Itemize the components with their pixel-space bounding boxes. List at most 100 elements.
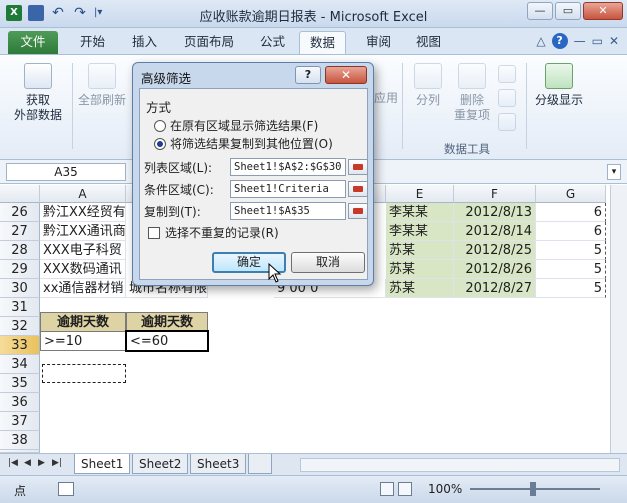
- tab-page-layout[interactable]: 页面布局: [174, 31, 244, 54]
- text-to-columns-button[interactable]: 分列: [408, 63, 448, 108]
- tab-data[interactable]: 数据: [299, 31, 347, 54]
- cell-a30[interactable]: xx通信器材销: [40, 279, 126, 298]
- collapse-dialog-icon[interactable]: [348, 159, 368, 175]
- zoom-slider-thumb[interactable]: [530, 482, 536, 496]
- row-header[interactable]: 34: [0, 355, 40, 374]
- doc-minimize-icon[interactable]: —: [574, 34, 586, 48]
- row-header[interactable]: 32: [0, 317, 40, 336]
- cell-e28[interactable]: 苏某: [386, 241, 454, 260]
- next-sheet-button[interactable]: ▶: [38, 458, 45, 468]
- dialog-help-button[interactable]: ?: [295, 66, 321, 84]
- cell-a28[interactable]: XXX电子科贸: [40, 241, 126, 260]
- split-columns-icon: [414, 63, 442, 89]
- criteria-header-b32[interactable]: 逾期天数: [126, 312, 208, 332]
- tab-formulas[interactable]: 公式: [250, 31, 295, 54]
- row-header[interactable]: 36: [0, 393, 40, 412]
- criteria-value-a33[interactable]: >=10: [40, 331, 126, 351]
- last-sheet-button[interactable]: ▶|: [52, 458, 62, 468]
- cell-e29[interactable]: 苏某: [386, 260, 454, 279]
- sheet-tab-bar: |◀ ◀ ▶ ▶| Sheet1 Sheet2 Sheet3: [0, 453, 627, 475]
- sheet-tab-sheet3[interactable]: Sheet3: [190, 454, 247, 474]
- row-header[interactable]: 26: [0, 203, 40, 222]
- cell-a27[interactable]: 黔江XX通讯商: [40, 222, 126, 241]
- doc-restore-icon[interactable]: ▭: [592, 34, 603, 48]
- macro-record-icon[interactable]: [58, 482, 74, 496]
- cell-a29[interactable]: XXX数码通讯: [40, 260, 126, 279]
- unique-records-checkbox[interactable]: 选择不重复的记录(R): [148, 224, 279, 241]
- column-header-a[interactable]: A: [40, 185, 126, 203]
- cell-e26[interactable]: 李某某: [386, 203, 454, 222]
- cell-a26[interactable]: 黔江XX经贸有: [40, 203, 126, 222]
- row-header[interactable]: 37: [0, 412, 40, 431]
- cell-f29[interactable]: 2012/8/26: [454, 260, 536, 279]
- cell-g26[interactable]: 6: [536, 203, 606, 222]
- criteria-header-a32[interactable]: 逾期天数: [40, 312, 126, 332]
- cell-f30[interactable]: 2012/8/27: [454, 279, 536, 298]
- what-if-icon[interactable]: [498, 113, 516, 131]
- formula-expand-button[interactable]: ▾: [607, 164, 621, 180]
- column-header-g[interactable]: G: [536, 185, 606, 203]
- tab-view[interactable]: 视图: [406, 31, 451, 54]
- collapse-ribbon-icon[interactable]: △: [536, 34, 545, 48]
- data-validation-icon[interactable]: [498, 65, 516, 83]
- reapply-button[interactable]: 应用: [374, 91, 398, 106]
- row-header[interactable]: 33: [0, 336, 40, 355]
- cell-e30[interactable]: 苏某: [386, 279, 454, 298]
- horizontal-scrollbar[interactable]: [300, 458, 620, 472]
- tab-home[interactable]: 开始: [70, 31, 115, 54]
- row-header[interactable]: 27: [0, 222, 40, 241]
- row-header[interactable]: 30: [0, 279, 40, 298]
- insert-sheet-icon[interactable]: [248, 454, 272, 474]
- get-external-data-button[interactable]: 获取 外部数据: [8, 63, 68, 123]
- vertical-scrollbar[interactable]: [610, 185, 627, 453]
- cell-g29[interactable]: 5: [536, 260, 606, 279]
- copy-to-input[interactable]: Sheet1!$A$35: [230, 202, 346, 220]
- select-all-corner[interactable]: [0, 185, 40, 203]
- tab-insert[interactable]: 插入: [122, 31, 167, 54]
- normal-view-icon[interactable]: [380, 482, 394, 496]
- column-header-f[interactable]: F: [454, 185, 536, 203]
- cell-f26[interactable]: 2012/8/13: [454, 203, 536, 222]
- collapse-dialog-icon[interactable]: [348, 181, 368, 197]
- criteria-range-input[interactable]: Sheet1!Criteria: [230, 180, 346, 198]
- cell-e27[interactable]: 李某某: [386, 222, 454, 241]
- cell-g27[interactable]: 6: [536, 222, 606, 241]
- zoom-level[interactable]: 100%: [428, 482, 462, 496]
- row-header[interactable]: 29: [0, 260, 40, 279]
- radio-copy-to-location[interactable]: 将筛选结果复制到其他位置(O): [154, 135, 333, 152]
- ribbon-separator: [526, 63, 527, 149]
- close-button[interactable]: ✕: [583, 2, 623, 20]
- cancel-button[interactable]: 取消: [291, 252, 365, 273]
- row-header[interactable]: 35: [0, 374, 40, 393]
- refresh-all-button[interactable]: 全部刷新: [74, 63, 130, 108]
- row-header[interactable]: 28: [0, 241, 40, 260]
- cell-g30[interactable]: 5: [536, 279, 606, 298]
- list-range-input[interactable]: Sheet1!$A$2:$G$30: [230, 158, 346, 176]
- dialog-close-button[interactable]: ✕: [325, 66, 367, 84]
- help-icon[interactable]: ?: [551, 33, 568, 49]
- row-header[interactable]: 38: [0, 431, 40, 450]
- minimize-button[interactable]: —: [527, 2, 553, 20]
- tab-review[interactable]: 审阅: [356, 31, 401, 54]
- consolidate-icon[interactable]: [498, 89, 516, 107]
- cell-f27[interactable]: 2012/8/14: [454, 222, 536, 241]
- sheet-tab-sheet2[interactable]: Sheet2: [132, 454, 189, 474]
- collapse-dialog-icon[interactable]: [348, 203, 368, 219]
- first-sheet-button[interactable]: |◀: [8, 458, 18, 468]
- refresh-all-label: 全部刷新: [77, 93, 126, 107]
- refresh-icon: [88, 63, 116, 89]
- remove-duplicates-button[interactable]: 删除 重复项: [450, 63, 494, 123]
- column-header-e[interactable]: E: [386, 185, 454, 203]
- cell-f28[interactable]: 2012/8/25: [454, 241, 536, 260]
- restore-button[interactable]: ▭: [555, 2, 581, 20]
- radio-filter-in-place[interactable]: 在原有区域显示筛选结果(F): [154, 117, 318, 134]
- tab-file[interactable]: 文件: [8, 31, 58, 54]
- page-layout-view-icon[interactable]: [398, 482, 412, 496]
- row-header[interactable]: 31: [0, 298, 40, 317]
- sheet-tab-sheet1[interactable]: Sheet1: [74, 454, 131, 474]
- outline-button[interactable]: 分级显示: [530, 63, 588, 108]
- cell-g28[interactable]: 5: [536, 241, 606, 260]
- doc-close-icon[interactable]: ✕: [609, 34, 619, 48]
- prev-sheet-button[interactable]: ◀: [24, 458, 31, 468]
- name-box[interactable]: A35: [6, 163, 126, 181]
